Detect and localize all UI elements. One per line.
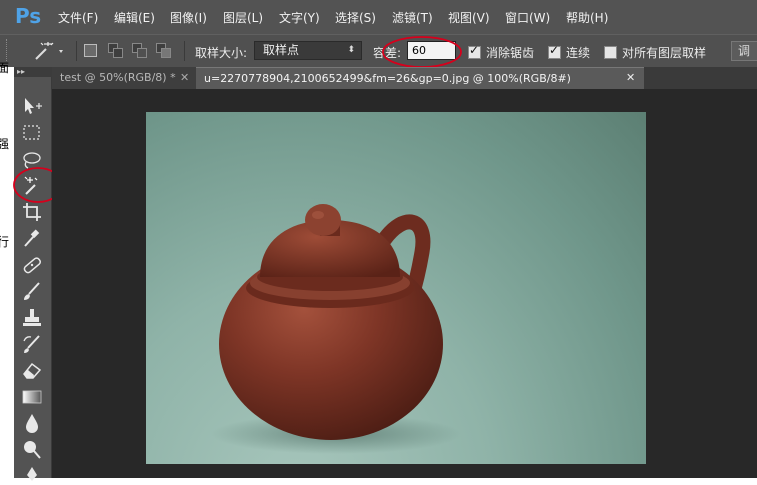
gradient-tool[interactable] [20, 386, 44, 408]
menu-file[interactable]: 文件(F) [58, 9, 98, 26]
stamp-icon [23, 309, 41, 326]
options-grip[interactable] [6, 39, 10, 61]
bandage-icon [23, 257, 41, 274]
tab-teapot-image[interactable]: u=2270778904,2100652499&fm=26&gp=0.jpg @… [196, 67, 644, 89]
tool-preset-picker[interactable] [30, 41, 66, 61]
refine-edge-button[interactable]: 调 [731, 41, 757, 61]
history-brush-icon [23, 335, 40, 353]
menu-bar: Ps 文件(F) 编辑(E) 图像(I) 图层(L) 文字(Y) 选择(S) 滤… [0, 0, 757, 34]
sample-size-select[interactable]: 取样点 ⬍ [254, 41, 362, 60]
photoshop-logo: Ps [15, 4, 42, 28]
add-to-selection-button[interactable] [108, 43, 124, 59]
divider [76, 41, 77, 61]
anti-alias-label: 消除锯齿 [486, 46, 535, 60]
background-text-fragment: 行 [0, 235, 10, 249]
water-drop-icon [26, 414, 38, 433]
sample-all-layers-label: 对所有图层取样 [622, 46, 707, 60]
document-tab-bar: test @ 50%(RGB/8) * ✕ u=2270778904,21006… [52, 67, 757, 89]
intersect-selection-button[interactable] [156, 43, 172, 59]
subtract-from-selection-button[interactable] [132, 43, 148, 59]
menu-edit[interactable]: 编辑(E) [114, 9, 155, 26]
history-brush-tool[interactable] [20, 333, 44, 355]
marquee-tool[interactable] [20, 122, 44, 144]
tab-test-document[interactable]: test @ 50%(RGB/8) * ✕ [52, 67, 196, 89]
red-circle-annotation [382, 36, 462, 68]
brush-icon [24, 282, 40, 300]
close-icon[interactable]: ✕ [626, 67, 635, 88]
menu-type[interactable]: 文字(Y) [279, 9, 320, 26]
background-window-edge: 面 强 行 [0, 61, 14, 478]
background-text-fragment: 强 [0, 137, 10, 151]
menu-window[interactable]: 窗口(W) [505, 9, 550, 26]
eraser-icon [23, 362, 42, 379]
move-icon [25, 98, 42, 114]
contiguous-label: 连续 [566, 46, 591, 60]
menu-image[interactable]: 图像(I) [170, 9, 207, 26]
dodge-icon [24, 441, 41, 459]
brush-tool[interactable] [20, 280, 44, 302]
gradient-icon [22, 390, 42, 404]
panel-collapse-icon[interactable]: ▸▸ [14, 67, 52, 77]
crop-tool[interactable] [20, 201, 44, 223]
marquee-icon [23, 125, 40, 140]
document-image[interactable] [146, 112, 646, 464]
tools-panel: ▸▸ [13, 67, 63, 481]
pen-tool[interactable] [20, 463, 44, 485]
teapot-photo [211, 204, 461, 454]
options-bar: 取样大小: 取样点 ⬍ 容差: 60 消除锯齿 连续 对所有图层取样 调 [0, 34, 757, 68]
close-icon[interactable]: ✕ [180, 67, 189, 88]
clone-stamp-tool[interactable] [20, 307, 44, 329]
eraser-tool[interactable] [20, 359, 44, 381]
tab-label: test @ 50%(RGB/8) * [60, 71, 176, 84]
new-selection-button[interactable] [84, 44, 97, 57]
menu-layer[interactable]: 图层(L) [223, 9, 263, 26]
sample-all-layers-checkbox[interactable] [604, 46, 617, 59]
divider [184, 41, 185, 61]
menu-view[interactable]: 视图(V) [448, 9, 490, 26]
crop-icon [23, 203, 41, 221]
tab-label: u=2270778904,2100652499&fm=26&gp=0.jpg @… [204, 72, 571, 85]
dodge-tool[interactable] [20, 438, 44, 460]
anti-alias-checkbox[interactable] [468, 43, 481, 59]
sample-size-label: 取样大小: [195, 46, 248, 60]
eyedropper-icon [24, 229, 40, 247]
menu-filter[interactable]: 滤镜(T) [392, 9, 433, 26]
eyedropper-tool[interactable] [20, 227, 44, 249]
blur-tool[interactable] [20, 412, 44, 434]
updown-arrow-icon: ⬍ [347, 45, 355, 55]
menu-help[interactable]: 帮助(H) [566, 9, 608, 26]
contiguous-checkbox[interactable] [548, 43, 561, 59]
background-text-fragment: 面 [0, 61, 10, 75]
menu-select[interactable]: 选择(S) [335, 9, 376, 26]
move-tool[interactable] [20, 95, 44, 117]
magic-wand-icon [35, 42, 63, 60]
sample-size-value: 取样点 [263, 43, 300, 57]
pen-icon [27, 467, 37, 481]
healing-brush-tool[interactable] [20, 254, 44, 276]
